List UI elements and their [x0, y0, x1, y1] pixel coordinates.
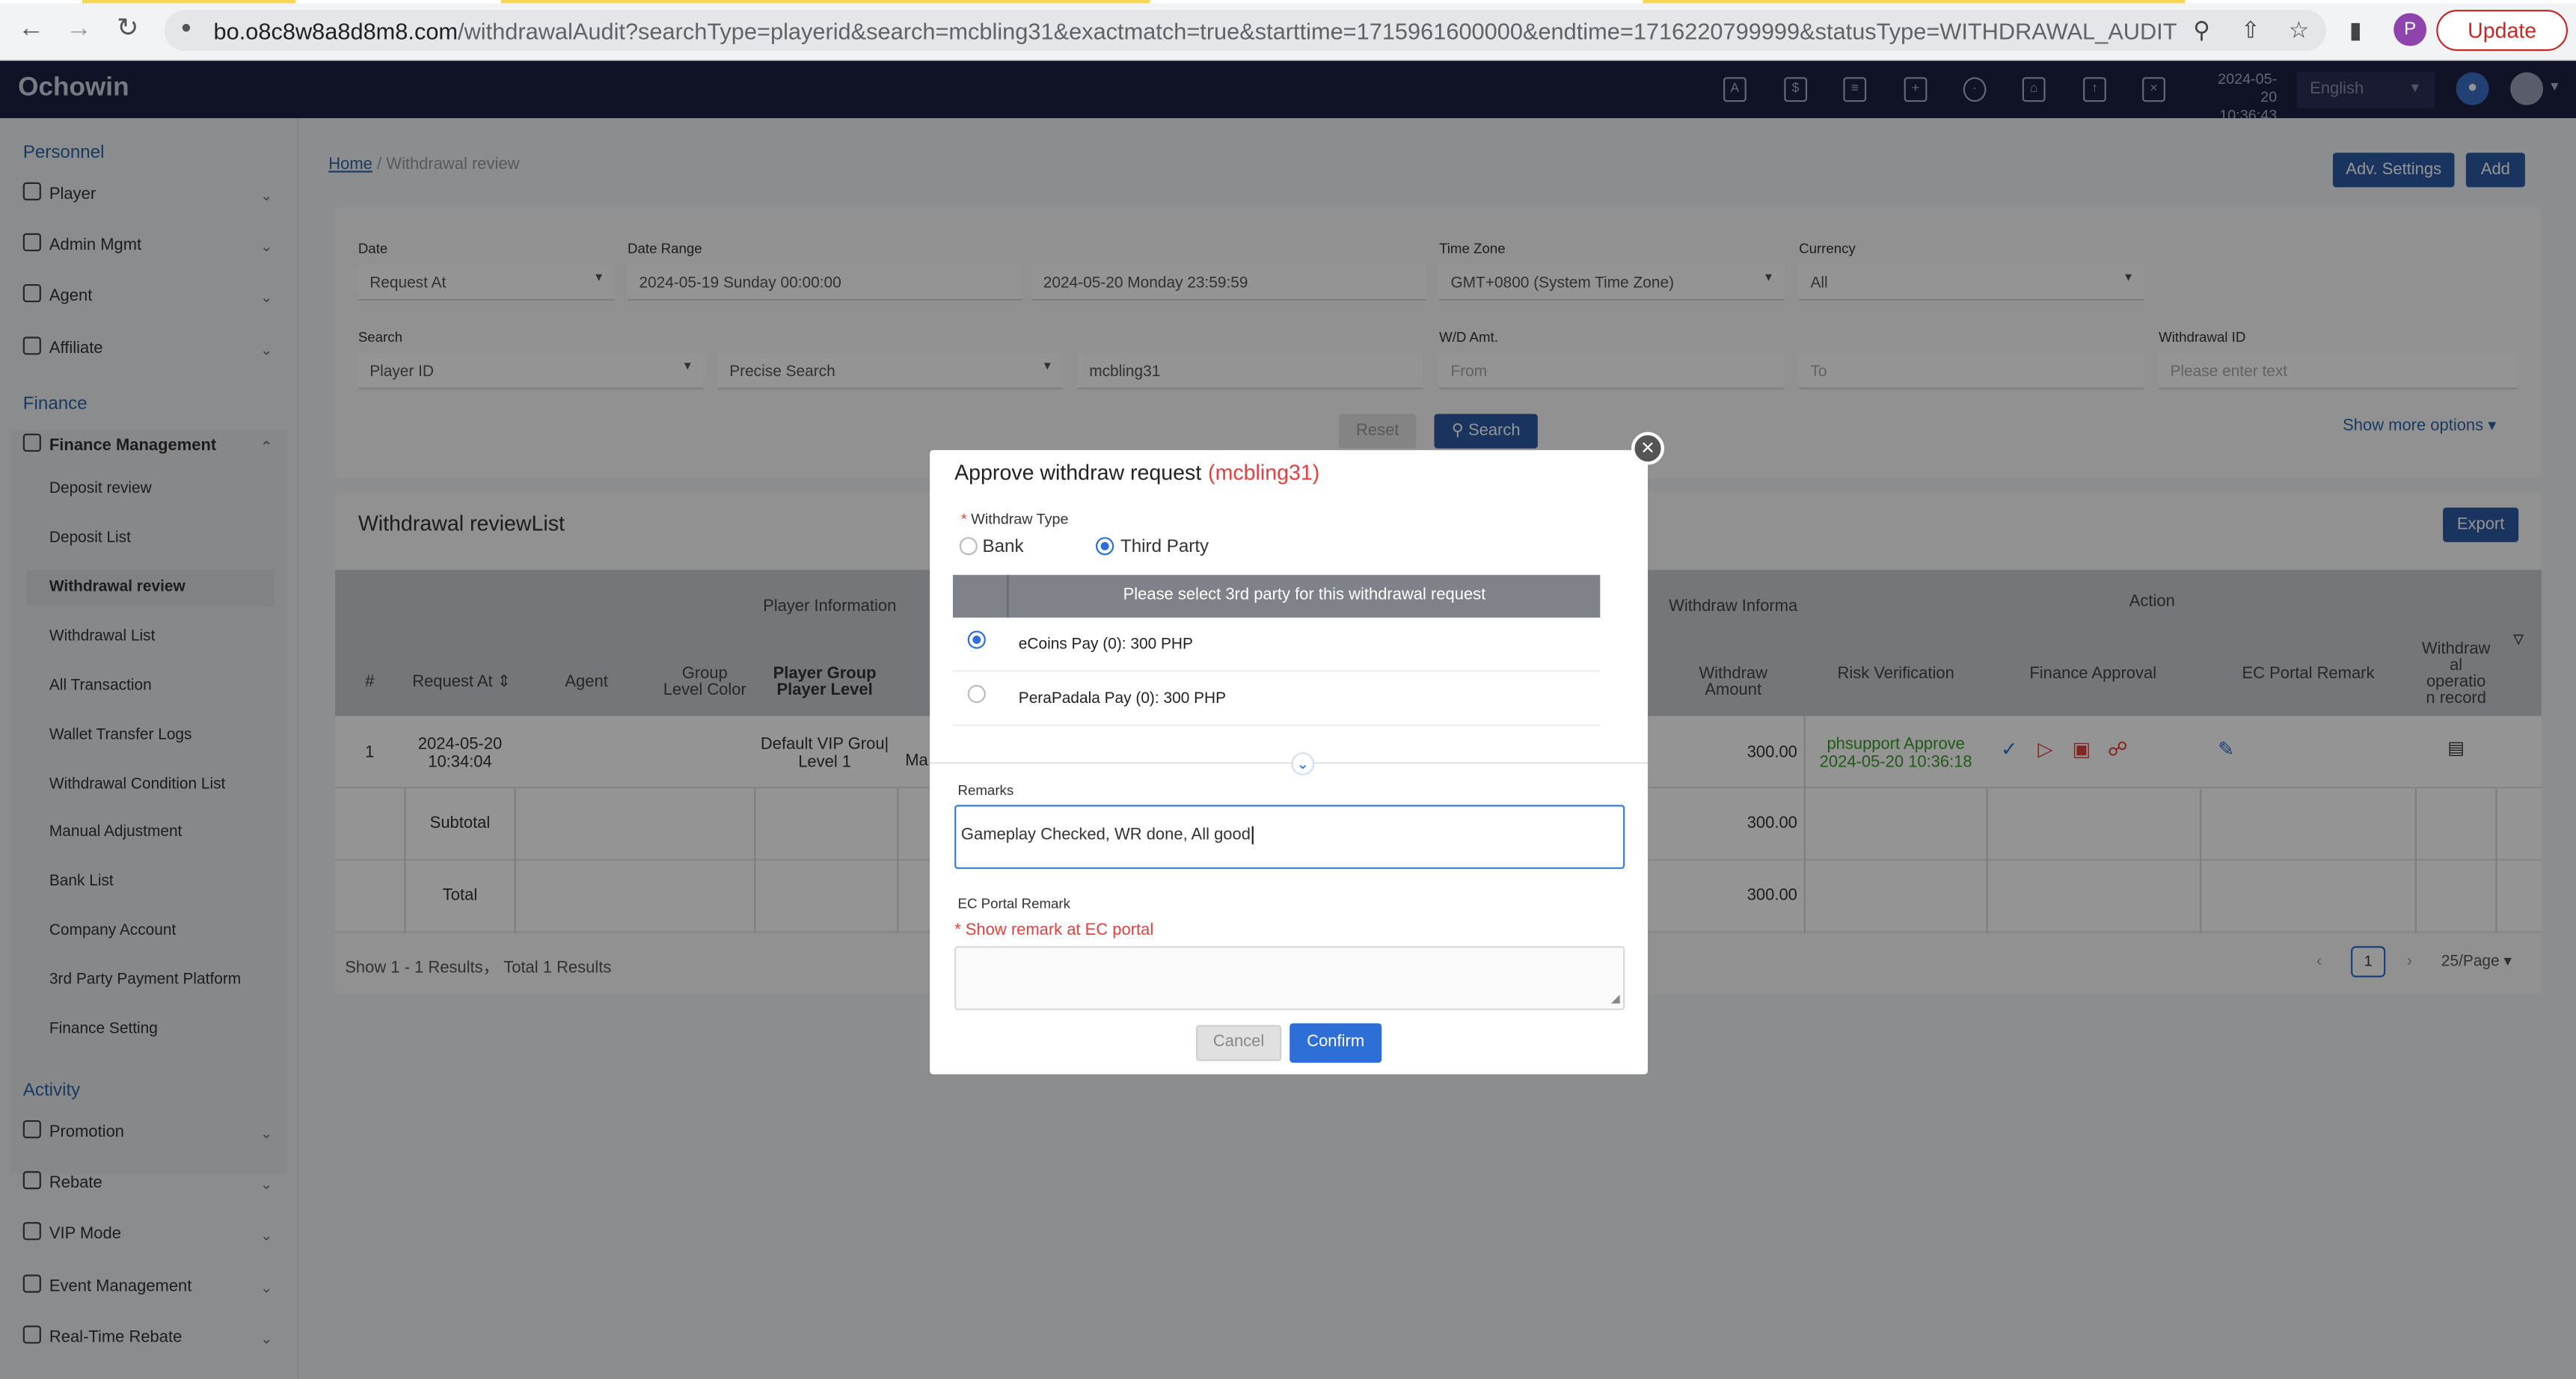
address-bar[interactable]: ● bo.o8c8w8a8d8m8.com/withdrawalAudit?se… — [164, 10, 2327, 52]
party-table-header: Please select 3rd party for this withdra… — [952, 574, 1601, 618]
radio-third-party[interactable] — [1096, 537, 1114, 556]
star-icon[interactable]: ☆ — [2289, 16, 2310, 44]
zoom-icon[interactable]: ⚲ — [2193, 16, 2210, 44]
ec-portal-remark-input[interactable]: ◢ — [954, 946, 1625, 1010]
radio-party-perapadala[interactable] — [967, 684, 986, 704]
radio-bank[interactable] — [959, 537, 978, 556]
party-row[interactable]: eCoins Pay (0): 300 PHP — [952, 618, 1601, 672]
withdraw-type-label: * Withdraw Type — [960, 511, 1069, 528]
url-host: bo.o8c8w8a8d8m8.com — [213, 18, 459, 45]
profile-avatar[interactable]: P — [2393, 13, 2427, 46]
update-button[interactable]: Update — [2436, 10, 2569, 52]
back-icon[interactable]: ← — [18, 15, 44, 45]
reload-icon[interactable]: ↻ — [117, 15, 138, 45]
radio-party-ecoins[interactable] — [967, 630, 986, 649]
cancel-button[interactable]: Cancel — [1196, 1025, 1282, 1061]
lock-icon: ● — [180, 18, 192, 38]
browser-toolbar: ← → ↻ ● bo.o8c8w8a8d8m8.com/withdrawalAu… — [0, 0, 2576, 61]
ec-portal-remark-label: EC Portal Remark — [957, 895, 1070, 912]
confirm-button[interactable]: Confirm — [1289, 1023, 1382, 1063]
resize-grip-icon[interactable]: ◢ — [1611, 992, 1620, 1005]
dialog-title: Approve withdraw request (mcbling31) — [954, 460, 1320, 485]
third-party-option-label[interactable]: Third Party — [1120, 537, 1209, 556]
ec-portal-note: * Show remark at EC portal — [954, 921, 1154, 940]
close-icon[interactable]: × — [1631, 431, 1664, 465]
party-option-label: PeraPadala Pay (0): 300 PHP — [1018, 690, 1227, 708]
party-option-label: eCoins Pay (0): 300 PHP — [1018, 636, 1193, 654]
dialog-player-id: (mcbling31) — [1208, 460, 1320, 485]
screen: ← → ↻ ● bo.o8c8w8a8d8m8.com/withdrawalAu… — [0, 0, 2576, 1379]
remarks-label: Remarks — [957, 781, 1014, 799]
remarks-input[interactable]: Gameplay Checked, WR done, All good — [954, 805, 1625, 869]
url-path: /withdrawalAudit?searchType=playerid&sea… — [458, 18, 2177, 45]
share-icon[interactable]: ⇧ — [2241, 16, 2260, 44]
approve-withdraw-dialog: Approve withdraw request (mcbling31) * Wi… — [930, 449, 1649, 1075]
chevron-down-icon[interactable]: ⌄ — [1291, 752, 1315, 776]
bank-option-label[interactable]: Bank — [982, 537, 1023, 556]
forward-icon[interactable]: → — [66, 15, 92, 45]
party-row[interactable]: PeraPadala Pay (0): 300 PHP — [952, 672, 1601, 726]
sidepanel-icon[interactable]: ▮ — [2349, 16, 2362, 44]
